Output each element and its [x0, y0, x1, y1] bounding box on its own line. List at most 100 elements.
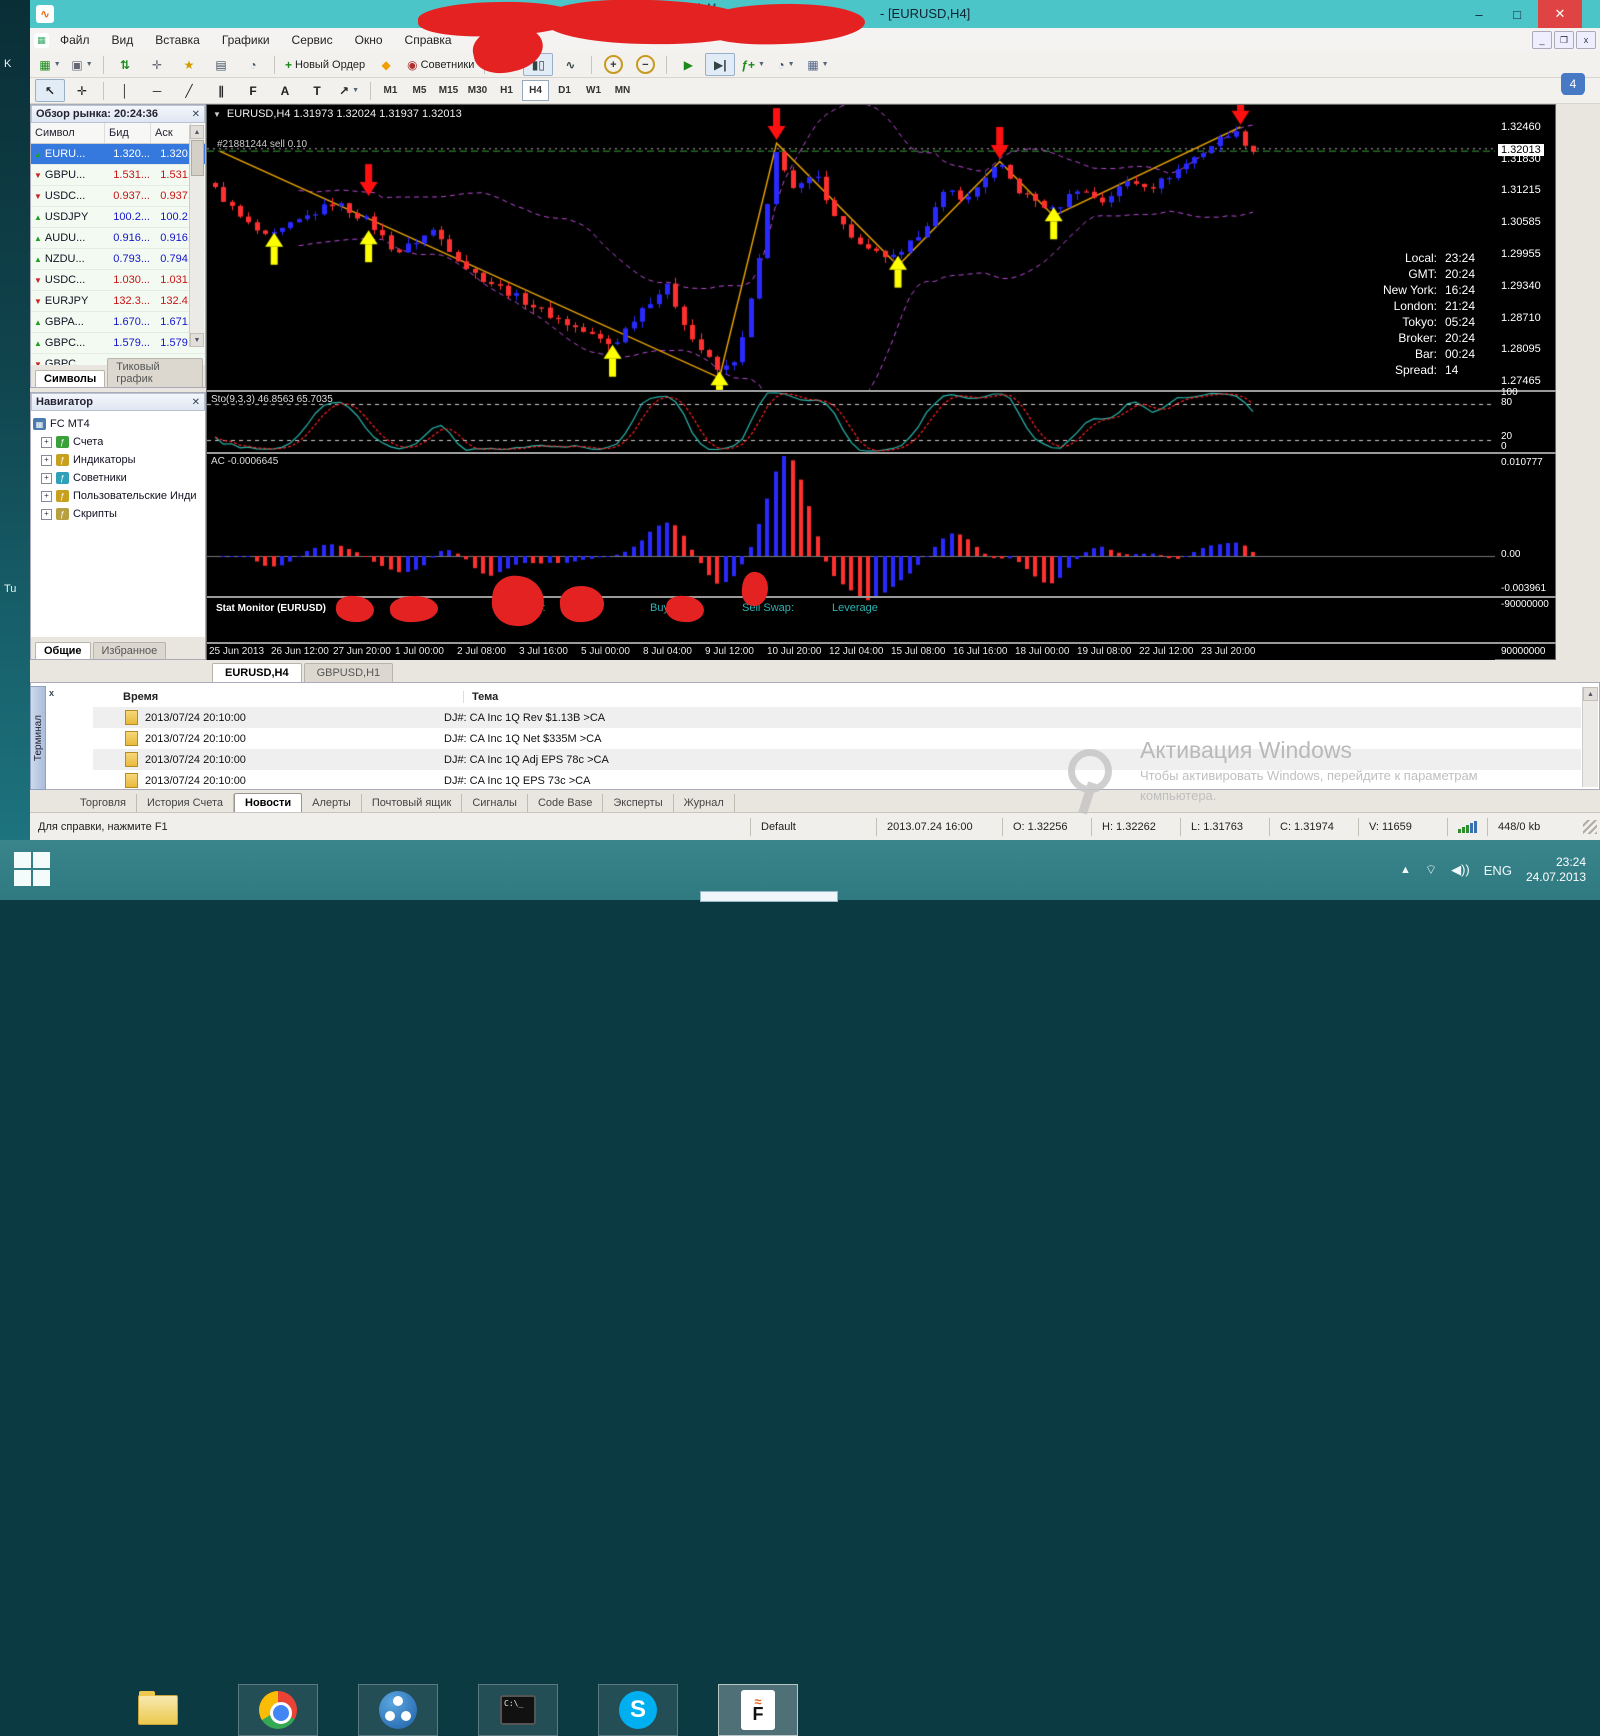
tab-Символы[interactable]: Символы: [35, 370, 106, 387]
timeframe-M15[interactable]: M15: [435, 80, 462, 101]
chevron-down-icon[interactable]: ▼: [822, 61, 829, 68]
volume-icon[interactable]: ◀)): [1451, 862, 1470, 878]
market-watch-row[interactable]: ▼ EURJPY 132.3... 132.4...: [31, 291, 205, 312]
market-watch-toggle[interactable]: ⇅: [110, 53, 140, 76]
tray-clock[interactable]: 23:24 24.07.2013: [1526, 855, 1592, 885]
line-chart-button[interactable]: ∿: [555, 53, 585, 76]
navigator-item-Счета[interactable]: + ƒ Счета: [33, 433, 203, 451]
expand-plus-icon[interactable]: +: [41, 508, 52, 520]
scrollbar-thumb[interactable]: [191, 140, 204, 176]
indicators-button[interactable]: ƒ+ ▼: [737, 53, 769, 76]
taskbar-app-skype[interactable]: S: [598, 1684, 678, 1736]
tab-Общие[interactable]: Общие: [35, 642, 91, 659]
crosshair-button[interactable]: ✛: [67, 79, 97, 102]
scroll-up-icon[interactable]: ▲: [190, 125, 204, 139]
market-watch-row[interactable]: ▲ GBPA... 1.670... 1.671...: [31, 312, 205, 333]
terminal-tab-Торговля[interactable]: Торговля: [70, 794, 137, 812]
tab-Тиковый график[interactable]: Тиковый график: [107, 358, 203, 387]
market-watch-row[interactable]: ▲ NZDU... 0.793... 0.794...: [31, 249, 205, 270]
scroll-up-icon[interactable]: ▲: [1583, 687, 1598, 701]
chart-area[interactable]: ▼ EURUSD,H4 1.31973 1.32024 1.31937 1.32…: [206, 104, 1557, 661]
metaeditor-button[interactable]: ◆: [371, 53, 401, 76]
trendline-button[interactable]: ╱: [174, 79, 204, 102]
market-watch-scrollbar[interactable]: ▲ ▼: [189, 125, 204, 347]
tab-Избранное[interactable]: Избранное: [92, 642, 167, 659]
menu-item-Вид[interactable]: Вид: [101, 28, 145, 52]
menu-item-Графики[interactable]: Графики: [211, 28, 281, 52]
menu-item-Файл[interactable]: Файл: [49, 28, 101, 52]
timeframe-D1[interactable]: D1: [551, 80, 578, 101]
vline-button[interactable]: │: [110, 79, 140, 102]
scroll-down-icon[interactable]: ▼: [190, 333, 204, 347]
notification-badge[interactable]: 4: [1561, 73, 1585, 94]
timeframe-W1[interactable]: W1: [580, 80, 607, 101]
arrows-button[interactable]: ↗ ▼: [334, 79, 364, 102]
fibonacci-button[interactable]: F: [238, 79, 268, 102]
terminal-side-tab[interactable]: Терминал: [30, 686, 46, 790]
timeframe-H1[interactable]: H1: [493, 80, 520, 101]
text-label-button[interactable]: T: [302, 79, 332, 102]
column-time[interactable]: Время: [93, 691, 464, 703]
terminal-tab-Code Base[interactable]: Code Base: [528, 794, 604, 812]
taskbar-app-chrome[interactable]: [238, 1684, 318, 1736]
text-button[interactable]: A: [270, 79, 300, 102]
chevron-down-icon[interactable]: ▼: [54, 61, 61, 68]
column-Символ[interactable]: Символ: [31, 123, 105, 143]
terminal-tab-Алерты[interactable]: Алерты: [302, 794, 362, 812]
new-chart-button[interactable]: ▦ ▼: [35, 53, 65, 76]
terminal-tab-Новости[interactable]: Новости: [234, 793, 303, 812]
price-scale[interactable]: 1.32460 1.32013 1.31830 1.31215 1.30585 1.299…: [1495, 105, 1557, 661]
zoom-out-button[interactable]: −: [630, 53, 660, 76]
timeframe-M5[interactable]: M5: [406, 80, 433, 101]
close-button[interactable]: ✕: [1538, 0, 1582, 28]
tray-expand-icon[interactable]: ▲: [1400, 864, 1411, 876]
channel-button[interactable]: ∥: [206, 79, 236, 102]
navigator-root[interactable]: ▦ FC MT4: [33, 415, 203, 433]
chart-collapse-icon[interactable]: ▼: [213, 110, 221, 119]
expand-plus-icon[interactable]: +: [41, 490, 52, 502]
terminal-close-icon[interactable]: х: [49, 688, 54, 698]
status-profile[interactable]: Default: [750, 818, 876, 836]
market-watch-row[interactable]: ▼ GBPU... 1.531... 1.531...: [31, 165, 205, 186]
terminal-tab-Почтовый ящик[interactable]: Почтовый ящик: [362, 794, 463, 812]
market-watch-row[interactable]: ▼ USDC... 1.030... 1.031...: [31, 270, 205, 291]
navigator-toggle[interactable]: ★: [174, 53, 204, 76]
navigator-close-icon[interactable]: ✕: [192, 397, 200, 408]
mdi-minimize-button[interactable]: _: [1532, 31, 1552, 49]
navigator-item-Скрипты[interactable]: + ƒ Скрипты: [33, 505, 203, 523]
periods-button[interactable]: ◔ ▼: [771, 53, 801, 76]
news-row[interactable]: 2013/07/24 20:10:00 DJ#: CA Inc 1Q Rev $1…: [93, 707, 1581, 728]
chart-tab-EURUSD,H4[interactable]: EURUSD,H4: [212, 663, 302, 682]
chevron-down-icon[interactable]: ▼: [788, 61, 795, 68]
navigator-item-Индикаторы[interactable]: + ƒ Индикаторы: [33, 451, 203, 469]
resize-grip[interactable]: [1583, 820, 1597, 834]
mdi-restore-button[interactable]: ❐: [1554, 31, 1574, 49]
chevron-down-icon[interactable]: ▼: [758, 61, 765, 68]
profiles-button[interactable]: ▣ ▼: [67, 53, 97, 76]
navigator-item-Пользовательские Инди[interactable]: + ƒ Пользовательские Инди: [33, 487, 203, 505]
network-icon[interactable]: ⌔: [1425, 862, 1437, 878]
terminal-tab-Эксперты[interactable]: Эксперты: [603, 794, 674, 812]
column-topic[interactable]: Тема: [464, 691, 498, 703]
expand-plus-icon[interactable]: +: [41, 454, 52, 466]
taskbar-app-forexclub[interactable]: ≈ F: [718, 1684, 798, 1736]
taskbar-app-explorer[interactable]: [118, 1684, 198, 1736]
cursor-button[interactable]: ↖: [35, 79, 65, 102]
hline-button[interactable]: ─: [142, 79, 172, 102]
time-axis[interactable]: 25 Jun 2013 26 Jun 12:00 27 Jun 20:00 1 Jul…: [207, 644, 1495, 661]
column-Бид[interactable]: Бид: [105, 123, 151, 143]
navigator-item-Советники[interactable]: + ƒ Советники: [33, 469, 203, 487]
chart-shift-button[interactable]: ▶|: [705, 53, 736, 76]
column-Аск[interactable]: Аск: [151, 123, 191, 143]
terminal-tab-Сигналы[interactable]: Сигналы: [462, 794, 528, 812]
terminal-tab-Журнал[interactable]: Журнал: [674, 794, 735, 812]
market-watch-row[interactable]: ▲ USDJPY 100.2... 100.2...: [31, 207, 205, 228]
minimize-button[interactable]: –: [1462, 0, 1496, 28]
market-watch-close-icon[interactable]: ✕: [192, 109, 200, 120]
market-watch-row[interactable]: ▲ GBPC... 1.579... 1.579...: [31, 333, 205, 354]
market-watch-row[interactable]: ▲ EURU... 1.320... 1.320...: [31, 144, 205, 165]
start-button[interactable]: [14, 852, 54, 888]
timeframe-H4[interactable]: H4: [522, 80, 549, 101]
expand-plus-icon[interactable]: +: [41, 436, 52, 448]
taskbar-app-circle-app[interactable]: [358, 1684, 438, 1736]
